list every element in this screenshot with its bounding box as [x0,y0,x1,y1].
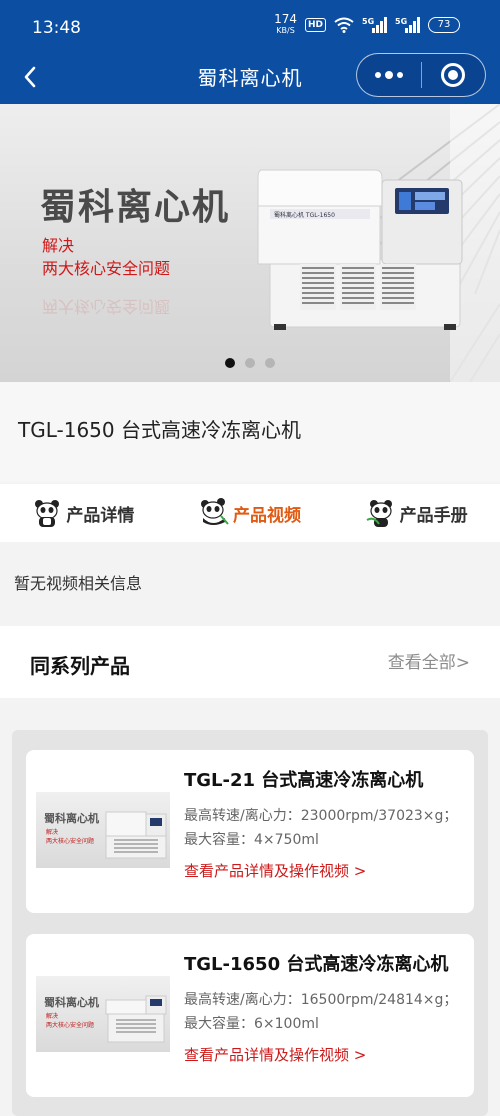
signal-icon: 5G [362,17,387,33]
status-indicators: 174 KB/S HD 5G 5G 73 [274,12,460,36]
thumbnail-brand: 蜀科离心机 [44,996,99,1009]
product-name: TGL-1650 台式高速冷冻离心机 [184,954,449,975]
thumbnail-brand: 蜀科离心机 [44,812,99,825]
section-title: 同系列产品 [30,654,130,678]
network-speed: 174 KB/S [274,12,297,36]
network-speed-unit: KB/S [276,26,295,35]
carousel-dot[interactable] [225,358,235,368]
panda-icon [35,500,60,527]
same-series-header: 同系列产品 查看全部> [0,626,500,698]
product-spec: 最高转速/离心力：16500rpm/24814×g；最大容量：6×100ml [184,992,458,1032]
battery-icon: 73 [428,17,460,33]
product-banner-carousel[interactable]: 蜀科离心机 解决 两大核心安全问题 两大核心安全问题 蜀科离心机 TGL-165… [0,104,500,382]
product-thumbnail: 蜀科离心机 解决 两大核心安全问题 [36,792,170,868]
centrifuge-image: 蜀科离心机 TGL-1650 [257,169,463,330]
centrifuge-thumbnail-icon [105,995,167,1043]
machine-label: 蜀科离心机 TGL-1650 [274,211,335,219]
navigation-bar: 蜀科离心机 [0,52,500,104]
more-dot-icon [374,72,381,78]
product-card[interactable]: 蜀科离心机 解决 两大核心安全问题 TGL-21 台式高速冷冻离心机 最高转速/… [26,750,474,913]
network-type: 5G [362,17,375,26]
centrifuge-thumbnail-icon [105,811,167,859]
thumbnail-slogan-line-2: 两大核心安全问题 [46,1022,95,1029]
product-thumbnail: 蜀科离心机 解决 两大核心安全问题 [36,976,170,1052]
status-bar: 13:48 174 KB/S HD 5G 5G 73 [0,0,500,52]
more-dot-icon [384,71,393,79]
tab-product-manual[interactable]: 产品手册 [333,484,500,542]
product-title-card: TGL-1650 台式高速冷冻离心机 [0,382,500,482]
tab-product-video[interactable]: 产品视频 [167,484,334,542]
carousel-dot[interactable] [245,358,255,368]
tab-label: 产品详情 [66,505,135,526]
product-tabs: 产品详情 产品视频 产品手册 [0,484,500,542]
product-name: TGL-21 台式高速冷冻离心机 [184,770,424,791]
thumbnail-slogan: 解决 两大核心安全问题 [46,828,94,846]
banner-slogan-line-2: 两大核心安全问题 [42,259,171,278]
panda-icon [366,500,392,527]
thumbnail-slogan-line-2: 两大核心安全问题 [46,838,95,845]
tab-label: 产品视频 [233,505,301,526]
wifi-icon [334,17,354,33]
close-mini-program-button[interactable] [422,53,486,97]
thumbnail-slogan: 解决 两大核心安全问题 [46,1012,94,1030]
banner-slogan: 解决 两大核心安全问题 [42,234,170,280]
thumbnail-slogan-line-1: 解决 [46,1013,59,1020]
product-list: 蜀科离心机 解决 两大核心安全问题 TGL-21 台式高速冷冻离心机 最高转速/… [12,730,488,1116]
more-menu-button[interactable] [357,53,421,97]
tab-label: 产品手册 [399,505,468,526]
status-time: 13:48 [32,18,81,38]
banner-slogan-line-1: 解决 [42,236,75,255]
product-title: TGL-1650 台式高速冷冻离心机 [18,418,301,442]
tab-product-details[interactable]: 产品详情 [0,484,167,542]
target-icon [441,63,466,87]
more-dot-icon [396,72,403,78]
product-detail-link[interactable]: 查看产品详情及操作视频 > [184,1044,366,1065]
panda-icon [201,498,229,525]
signal-icon-2: 5G [395,17,420,33]
mini-program-capsule [356,53,486,97]
product-detail-link[interactable]: 查看产品详情及操作视频 > [184,860,366,881]
network-speed-value: 174 [274,12,297,26]
banner-slogan-reflection: 两大核心安全问题 [42,297,171,316]
product-spec: 最高转速/离心力：23000rpm/37023×g；最大容量：4×750ml [184,808,458,848]
carousel-indicator [0,358,500,368]
see-all-link[interactable]: 查看全部> [388,648,470,673]
product-card[interactable]: 蜀科离心机 解决 两大核心安全问题 TGL-1650 台式高速冷冻离心机 最高转… [26,934,474,1097]
network-type-2: 5G [395,17,408,26]
hd-voice-icon: HD [304,18,326,32]
thumbnail-slogan-line-1: 解决 [46,829,59,836]
banner-brand-text: 蜀科离心机 [40,186,231,228]
no-video-message: 暂无视频相关信息 [14,574,143,593]
carousel-dot[interactable] [265,358,275,368]
